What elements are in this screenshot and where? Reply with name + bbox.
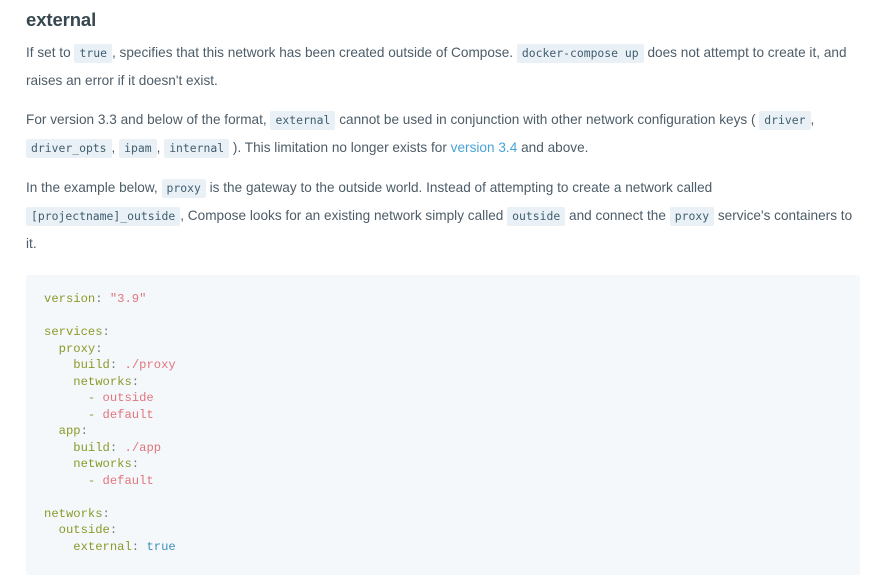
code-token-key: outside	[58, 523, 110, 537]
code-line: proxy:	[44, 341, 860, 358]
yaml-source: version: "3.9" services: proxy: build: .…	[44, 291, 860, 555]
code-token-key: networks	[73, 457, 132, 471]
code-line: networks:	[44, 456, 860, 473]
inline-code-driver: driver	[759, 111, 811, 130]
text-fragment: For version 3.3 and below of the format,	[26, 112, 271, 127]
code-token-val: ./app	[124, 440, 162, 455]
code-line: build: ./proxy	[44, 357, 860, 374]
code-token-key: proxy	[58, 341, 96, 356]
text-fragment: In the example below,	[26, 180, 162, 195]
text-fragment: ). This limitation no longer exists for	[229, 140, 451, 155]
text-fragment: and connect the	[565, 208, 670, 223]
code-token-val: ./proxy	[124, 358, 176, 372]
code-token-punct: :	[109, 523, 118, 537]
code-token-punct: :	[131, 457, 140, 471]
code-token-key: external	[73, 539, 132, 554]
link-version-3-4[interactable]: version 3.4	[451, 140, 518, 155]
inline-code-true: true	[74, 44, 112, 63]
code-line: - outside	[44, 390, 860, 407]
text-fragment: cannot be used in conjunction with other…	[335, 112, 760, 127]
inline-code-outside: outside	[507, 207, 566, 226]
code-line: outside:	[44, 522, 860, 539]
documentation-page: external If set to true, specifies that …	[0, 0, 880, 575]
code-token-str: "3.9"	[109, 292, 147, 306]
inline-code-ipam: ipam	[119, 139, 157, 158]
text-fragment: is the gateway to the outside world. Ins…	[205, 180, 713, 195]
text-fragment: and above.	[517, 140, 589, 155]
code-token-key: build	[73, 440, 110, 455]
code-token-key: networks	[44, 506, 103, 521]
text-fragment: , Compose looks for an existing network …	[180, 208, 508, 223]
code-token-key: services	[44, 325, 103, 339]
code-block-content: version: "3.9" services: proxy: build: .…	[26, 291, 860, 555]
code-token-val: outside	[102, 391, 154, 405]
code-line: build: ./app	[44, 440, 860, 457]
inline-code-proxy: proxy	[161, 179, 206, 198]
code-line: app:	[44, 423, 860, 440]
code-token-key: version	[44, 292, 96, 306]
inline-code-external: external	[270, 111, 336, 130]
code-token-punct: :	[95, 341, 103, 356]
code-line: - default	[44, 407, 860, 424]
code-token-key: app	[58, 424, 81, 438]
inline-code-projectname-outside: [projectname]_outside	[26, 207, 181, 226]
code-token-val: default	[102, 473, 154, 488]
inline-code-proxy-2: proxy	[669, 207, 715, 226]
code-token-key: networks	[73, 374, 132, 389]
code-line: networks:	[44, 374, 860, 391]
code-token-punct: :	[131, 539, 140, 554]
code-token-punct: :	[102, 506, 110, 521]
page-title: external	[26, 9, 97, 30]
code-line: external: true	[44, 539, 860, 556]
code-line: networks:	[44, 506, 860, 523]
code-token-punct: :	[102, 325, 110, 339]
inline-code-docker-compose-up: docker-compose up	[516, 44, 644, 63]
code-line: - default	[44, 473, 860, 490]
code-token-bool: true	[146, 539, 176, 554]
inline-code-driver-opts: driver_opts	[26, 139, 112, 158]
code-token-punct: :	[131, 374, 140, 389]
code-token-punct: :	[80, 424, 88, 438]
inline-code-internal: internal	[164, 139, 230, 158]
text-fragment: , specifies that this network has been c…	[111, 45, 517, 60]
paragraph-version-limitation: For version 3.3 and below of the format,…	[26, 94, 860, 162]
code-token-punct: :	[95, 292, 103, 306]
code-token-val: default	[102, 407, 154, 422]
code-line: version: "3.9"	[44, 291, 860, 308]
code-token-key: build	[73, 358, 110, 372]
text-fragment: ,	[111, 140, 120, 155]
text-fragment: If set to	[26, 45, 75, 60]
text-fragment: ,	[810, 112, 815, 127]
code-line: services:	[44, 324, 860, 341]
paragraph-example-explanation: In the example below, proxy is the gatew…	[26, 162, 860, 257]
paragraph-external-description: If set to true, specifies that this netw…	[26, 31, 860, 94]
code-block-yaml-example[interactable]: version: "3.9" services: proxy: build: .…	[26, 275, 860, 575]
